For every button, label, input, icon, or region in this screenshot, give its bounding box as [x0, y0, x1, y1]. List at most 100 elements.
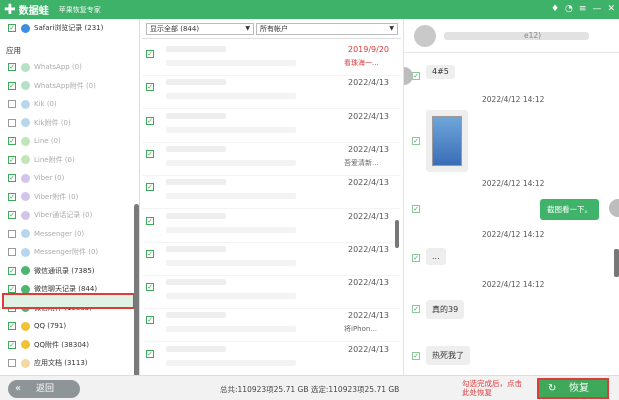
- list-item[interactable]: ✓ 2022/4/13 吾爱清新...: [142, 140, 401, 176]
- checkbox[interactable]: ✓: [8, 24, 16, 32]
- sidebar-item[interactable]: ✓ Line附件 (0): [8, 152, 75, 168]
- window-controls: ♦ ◔ ≡ — ✕: [551, 3, 615, 15]
- checkbox[interactable]: [8, 118, 16, 127]
- checkbox[interactable]: ✓: [146, 249, 154, 258]
- recover-button[interactable]: ↻ 恢复: [537, 378, 609, 399]
- checkbox[interactable]: ✓: [412, 305, 420, 313]
- checkbox[interactable]: ✓: [8, 266, 16, 275]
- checkbox[interactable]: ✓: [8, 63, 16, 71]
- message-date: 2022/4/13: [348, 278, 390, 288]
- checkbox[interactable]: [8, 229, 16, 238]
- sidebar-item[interactable]: ✓ QQ附件 (38304): [8, 337, 89, 353]
- redacted-text: [166, 145, 226, 152]
- checkbox[interactable]: ✓: [146, 83, 154, 92]
- list-item[interactable]: ✓ 2022/4/13: [142, 240, 401, 276]
- checkbox[interactable]: ✓: [146, 283, 154, 292]
- app-icon: [21, 62, 30, 72]
- sidebar-item[interactable]: Messenger附件 (0): [8, 244, 98, 260]
- list-item[interactable]: ✓ 2022/4/13: [142, 173, 401, 210]
- redacted-text: [166, 93, 296, 100]
- app-icon: [21, 358, 30, 368]
- checkbox[interactable]: ✓: [8, 285, 16, 293]
- chat-bubble: ...: [426, 248, 446, 265]
- checkbox[interactable]: ✓: [412, 352, 420, 360]
- sidebar-item[interactable]: ✓ WhatsApp附件 (0): [8, 78, 96, 94]
- hint-line: 勾选完成后，点击: [462, 379, 522, 388]
- list-item[interactable]: ✓ 2022/4/13: [142, 73, 401, 110]
- message-date: 2022/4/13: [348, 211, 390, 221]
- sidebar-item-label: Viber附件 (0): [34, 192, 79, 201]
- list-item[interactable]: ✓ 2022/4/13: [142, 107, 401, 143]
- app-icon: [21, 247, 30, 257]
- checkbox[interactable]: ✓: [146, 349, 154, 358]
- checkbox[interactable]: ✓: [8, 211, 16, 219]
- checkbox[interactable]: ✓: [8, 174, 16, 182]
- message-preview: 看珠海一...: [344, 59, 379, 67]
- chat-header: e12): [404, 19, 619, 53]
- close-icon[interactable]: ✕: [607, 3, 615, 15]
- checkbox[interactable]: ✓: [8, 192, 16, 201]
- sidebar-item[interactable]: Messenger (0): [8, 226, 84, 242]
- message-date: 2022/4/13: [348, 111, 390, 121]
- sidebar-item[interactable]: ✓ Viber附件 (0): [8, 189, 78, 205]
- checkbox[interactable]: ✓: [412, 137, 420, 145]
- menu-icon[interactable]: ≡: [579, 3, 587, 15]
- checkbox[interactable]: [8, 100, 16, 108]
- checkbox[interactable]: ✓: [146, 316, 154, 325]
- checkbox[interactable]: ✓: [8, 137, 16, 145]
- app-icon: [21, 173, 30, 183]
- back-label: 返回: [36, 384, 55, 394]
- sidebar-item[interactable]: Kik (0): [8, 96, 57, 112]
- checkbox[interactable]: [8, 359, 16, 367]
- chat-bubble: 热死我了: [426, 346, 470, 365]
- redacted-text: [166, 126, 296, 133]
- sidebar-item-label: Line附件 (0): [34, 155, 75, 164]
- sidebar-item[interactable]: ✓ Viber (0): [8, 170, 64, 186]
- sidebar-item-label: Viber通话记录 (0): [34, 211, 93, 219]
- checkbox[interactable]: ✓: [146, 116, 154, 125]
- checkbox[interactable]: ✓: [412, 254, 420, 262]
- checkbox[interactable]: [8, 248, 16, 256]
- checkbox[interactable]: ✓: [146, 50, 154, 58]
- bottom-bar: « 返回 总共:110923项25.71 GB 选定:110923项25.71 …: [0, 375, 619, 400]
- filter-dropdown-all[interactable]: 显示全部 (844) ▼: [146, 23, 254, 35]
- chat-bubble-icon[interactable]: ◔: [565, 3, 573, 15]
- chat-scrollbar[interactable]: [614, 249, 619, 277]
- list-item[interactable]: ✓ 2022/4/13: [142, 340, 401, 376]
- list-item[interactable]: ✓ 2022/4/13: [142, 273, 401, 310]
- app-icon: [21, 321, 30, 331]
- sidebar-scrollbar[interactable]: [134, 204, 139, 389]
- checkbox[interactable]: ✓: [412, 205, 420, 213]
- sidebar-item-label: Line (0): [34, 137, 61, 145]
- filter-dropdown-account[interactable]: 所有帐户 ▼: [256, 23, 398, 35]
- section-header-apps: 应用: [6, 46, 21, 55]
- checkbox[interactable]: ✓: [146, 216, 154, 225]
- list-item[interactable]: ✓ 2019/9/20 看珠海一...: [142, 40, 401, 76]
- checkbox[interactable]: ✓: [412, 72, 420, 80]
- checkbox[interactable]: ✓: [8, 340, 16, 349]
- sidebar-item[interactable]: ✓ QQ (791): [8, 318, 66, 334]
- sidebar-item[interactable]: Kik附件 (0): [8, 115, 71, 131]
- checkbox[interactable]: ✓: [146, 149, 154, 158]
- sidebar-item[interactable]: 应用文档 (3113): [8, 355, 88, 371]
- list-scrollbar[interactable]: [395, 220, 399, 248]
- redacted-text: [166, 226, 296, 233]
- sidebar-item[interactable]: ✓ WhatsApp (0): [8, 59, 82, 75]
- sidebar-item-safari-history[interactable]: ✓ Safari浏览记录 (231): [8, 20, 103, 36]
- sidebar-item-label: Viber (0): [34, 174, 65, 182]
- back-button[interactable]: « 返回: [8, 380, 80, 398]
- sidebar-item[interactable]: ✓ Viber通话记录 (0): [8, 207, 92, 223]
- chat-panel: e12) ✓ 4#5 2022/4/12 14:12 ✓ 2022/4/12 1…: [403, 19, 619, 375]
- diamond-icon[interactable]: ♦: [551, 3, 559, 15]
- minimize-icon[interactable]: —: [592, 3, 601, 15]
- checkbox[interactable]: ✓: [8, 155, 16, 164]
- sidebar-item[interactable]: ✓ Line (0): [8, 133, 61, 149]
- category-sidebar: ✓ Safari浏览记录 (231) 应用 ✓ WhatsApp (0) ✓ What…: [0, 19, 140, 389]
- checkbox[interactable]: ✓: [146, 183, 154, 192]
- sidebar-item[interactable]: ✓ 微信通讯录 (7385): [8, 263, 95, 279]
- checkbox[interactable]: ✓: [8, 322, 16, 330]
- list-item[interactable]: ✓ 2022/4/13: [142, 207, 401, 243]
- sidebar-item-label: QQ附件 (38304): [34, 340, 89, 349]
- checkbox[interactable]: ✓: [8, 81, 16, 90]
- list-item[interactable]: ✓ 2022/4/13 将iPhon...: [142, 306, 401, 343]
